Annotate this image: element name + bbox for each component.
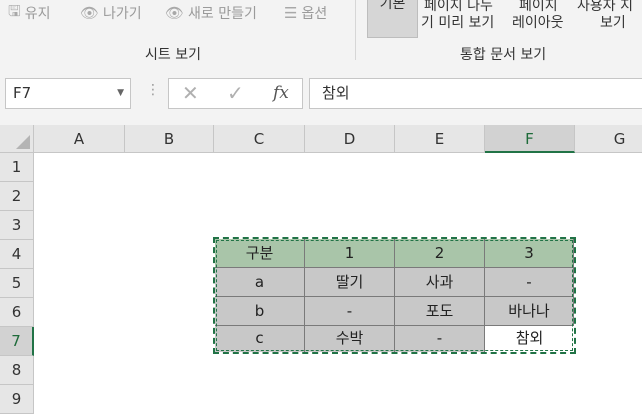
options-label: 옵션 <box>301 6 328 22</box>
row-header-9[interactable]: 9 <box>0 385 34 414</box>
cancel-icon[interactable]: ✕ <box>182 81 199 105</box>
formula-bar: F7 ▼ ⋮ ✕ ✓ fx 참외 <box>0 67 642 125</box>
formula-buttons: ✕ ✓ fx <box>168 78 303 109</box>
dropdown-arrow-icon[interactable]: ▼ <box>117 79 124 108</box>
column-header-b[interactable]: B <box>125 125 214 153</box>
column-header-f[interactable]: F <box>485 125 575 153</box>
eye-exit-icon: 👁 <box>80 4 100 22</box>
cell-c7[interactable]: c <box>215 326 305 352</box>
keep-view-button[interactable]: 🖫 유지 <box>8 2 51 24</box>
ribbon: 🖫 유지 👁 나가기 👁 새로 만들기 ☰ 옵션 시트 보기 기본 페이지 나누… <box>0 0 642 68</box>
column-header-e[interactable]: E <box>395 125 485 153</box>
cell-f7-active[interactable]: 참외 <box>485 326 574 352</box>
cell-e7[interactable]: - <box>395 326 485 352</box>
cell-f5[interactable]: - <box>485 268 574 297</box>
keep-view-label: 유지 <box>24 6 51 22</box>
row-header-5[interactable]: 5 <box>0 269 34 298</box>
eye-new-icon: 👁 <box>165 4 185 22</box>
row-header-7[interactable]: 7 <box>0 327 34 356</box>
formula-bar-resize-handle-icon[interactable]: ⋮ <box>146 82 160 98</box>
name-box-value: F7 <box>13 84 32 102</box>
cell-e4[interactable]: 2 <box>395 239 485 268</box>
exit-view-label: 나가기 <box>103 6 142 22</box>
formula-input[interactable]: 참외 <box>309 78 642 109</box>
row-header-6[interactable]: 6 <box>0 298 34 327</box>
normal-view-button[interactable]: 기본 <box>367 0 418 38</box>
select-all-triangle-icon <box>16 135 30 149</box>
exit-view-button[interactable]: 👁 나가기 <box>80 2 142 24</box>
page-break-preview-label-bottom[interactable]: 기 미리 보기 <box>421 12 494 32</box>
cell-c5[interactable]: a <box>215 268 305 297</box>
cell-f6[interactable]: 바나나 <box>485 297 574 326</box>
cell-d7[interactable]: 수박 <box>305 326 395 352</box>
row-header-1[interactable]: 1 <box>0 153 34 182</box>
cell-f4[interactable]: 3 <box>485 239 574 268</box>
cell-e5[interactable]: 사과 <box>395 268 485 297</box>
options-button[interactable]: ☰ 옵션 <box>284 2 327 24</box>
custom-views-label-bottom[interactable]: 보기 <box>600 12 626 32</box>
list-options-icon: ☰ <box>284 4 298 22</box>
cell-d5[interactable]: 딸기 <box>305 268 395 297</box>
row-header-4[interactable]: 4 <box>0 240 34 269</box>
row-header-2[interactable]: 2 <box>0 182 34 211</box>
cell-c6[interactable]: b <box>215 297 305 326</box>
worksheet-grid[interactable]: A B C D E F G 1 2 3 4 5 6 7 8 9 구분 1 2 3… <box>0 125 642 416</box>
group-label-workbook-views: 통합 문서 보기 <box>460 47 547 63</box>
column-header-g[interactable]: G <box>575 125 642 153</box>
select-all-button[interactable] <box>0 125 34 153</box>
save-icon: 🖫 <box>8 1 21 20</box>
name-box[interactable]: F7 ▼ <box>5 78 131 109</box>
cell-d6[interactable]: - <box>305 297 395 326</box>
row-header-8[interactable]: 8 <box>0 356 34 385</box>
group-label-sheet-view: 시트 보기 <box>145 47 201 63</box>
new-view-label: 새로 만들기 <box>188 6 257 22</box>
column-header-d[interactable]: D <box>305 125 395 153</box>
insert-function-icon[interactable]: fx <box>273 83 289 103</box>
enter-icon[interactable]: ✓ <box>227 81 244 105</box>
column-header-a[interactable]: A <box>34 125 125 153</box>
row-header-3[interactable]: 3 <box>0 211 34 240</box>
formula-input-value: 참외 <box>322 84 350 102</box>
new-view-button[interactable]: 👁 새로 만들기 <box>165 2 257 24</box>
cell-e6[interactable]: 포도 <box>395 297 485 326</box>
column-header-c[interactable]: C <box>214 125 305 153</box>
cell-c4[interactable]: 구분 <box>215 239 305 268</box>
ribbon-separator <box>355 0 356 60</box>
page-layout-label-bottom[interactable]: 레이아웃 <box>512 12 564 32</box>
cell-d4[interactable]: 1 <box>305 239 395 268</box>
normal-view-label: 기본 <box>379 0 406 12</box>
